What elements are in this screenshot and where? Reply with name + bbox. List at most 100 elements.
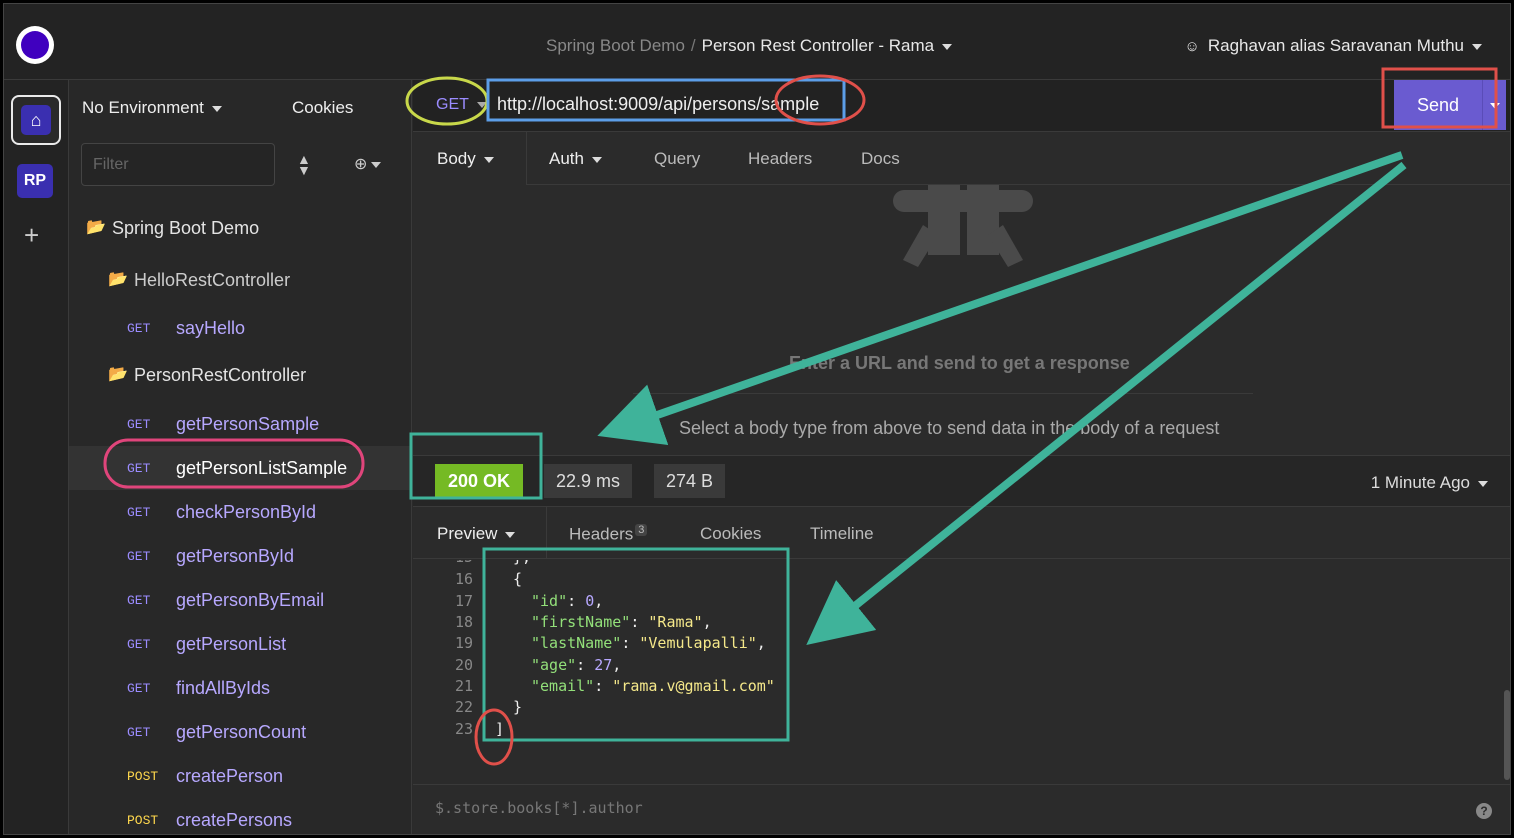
user-name: Raghavan alias Saravanan Muthu xyxy=(1207,36,1464,55)
tab-timeline[interactable]: Timeline xyxy=(810,524,874,544)
tab-response-cookies[interactable]: Cookies xyxy=(700,524,761,544)
tab-query[interactable]: Query xyxy=(654,149,700,169)
app-window: Spring Boot Demo / Person Rest Controller … xyxy=(3,3,1511,835)
home-button[interactable]: ⌂ xyxy=(11,95,61,145)
request-item[interactable]: GET getPersonByEmail xyxy=(69,578,411,622)
breadcrumb-separator: / xyxy=(690,36,696,55)
folder-hello-rest-controller[interactable]: 📂 HelloRestController xyxy=(69,258,411,302)
breadcrumb-project[interactable]: Spring Boot Demo xyxy=(546,36,685,55)
request-item-active[interactable]: GET getPersonListSample xyxy=(69,446,411,490)
folder-label: HelloRestController xyxy=(134,270,291,290)
insomnia-logo-icon[interactable] xyxy=(16,26,54,64)
folder-open-icon: 📂 xyxy=(108,366,128,383)
json-value: 27 xyxy=(594,656,613,674)
user-icon: ☺ xyxy=(1184,38,1200,55)
add-icon[interactable]: + xyxy=(24,220,39,250)
request-item[interactable]: GET sayHello xyxy=(69,306,411,350)
url-input[interactable]: http://localhost:9009/api/persons/sample xyxy=(497,94,819,115)
chevron-down-icon[interactable] xyxy=(942,43,953,50)
line-number: 15 xyxy=(449,560,473,566)
json-filter-input[interactable] xyxy=(435,799,1335,817)
request-tabs: Body Auth Query Headers Docs xyxy=(413,132,1510,185)
code-text: } xyxy=(513,698,523,716)
request-item[interactable]: GET getPersonList xyxy=(69,622,411,666)
code-line: 23] xyxy=(413,720,1503,741)
help-icon[interactable]: ? xyxy=(1476,803,1492,819)
tab-docs[interactable]: Docs xyxy=(861,149,900,169)
tab-response-headers[interactable]: Headers 3 xyxy=(569,524,648,545)
folder-spring-boot-demo[interactable]: 📂 Spring Boot Demo xyxy=(69,206,411,250)
request-name: getPersonListSample xyxy=(176,458,348,478)
method-badge: GET xyxy=(127,725,151,740)
environment-label: No Environment xyxy=(82,98,204,117)
json-punct: , xyxy=(756,634,766,652)
url-bar: GET http://localhost:9009/api/persons/sa… xyxy=(413,80,1510,132)
json-filter-bar: ? xyxy=(413,784,1510,834)
cookies-button[interactable]: Cookies xyxy=(292,98,353,118)
home-icon: ⌂ xyxy=(21,105,51,135)
main-panel: GET http://localhost:9009/api/persons/sa… xyxy=(413,80,1510,834)
send-options-chevron-icon[interactable] xyxy=(1482,80,1506,130)
line-number: 20 xyxy=(454,656,473,674)
tab-label: Body xyxy=(437,149,476,168)
chevron-down-icon xyxy=(505,531,516,538)
code-text: { xyxy=(513,570,523,588)
breadcrumb-collection[interactable]: Person Rest Controller - Rama xyxy=(702,36,934,55)
folder-person-rest-controller[interactable]: 📂 PersonRestController xyxy=(69,353,411,397)
json-punct: , xyxy=(702,613,712,631)
request-item[interactable]: POST createPersons xyxy=(69,798,411,834)
send-button[interactable]: Send xyxy=(1394,80,1482,130)
line-number: 16 xyxy=(454,570,473,588)
method-badge: POST xyxy=(127,769,159,784)
request-item[interactable]: GET getPersonCount xyxy=(69,710,411,754)
history-dropdown[interactable]: 1 Minute Ago xyxy=(1371,473,1488,493)
code-text: ] xyxy=(495,720,505,738)
headers-count-badge: 3 xyxy=(635,524,648,536)
request-item[interactable]: GET getPersonById xyxy=(69,534,411,578)
code-line: 16 { xyxy=(413,570,1503,591)
tab-auth[interactable]: Auth xyxy=(549,149,602,169)
response-tabs: Preview Headers 3 Cookies Timeline xyxy=(413,507,1510,559)
sort-icon[interactable]: ▲ ▼ xyxy=(297,152,311,177)
request-item[interactable]: GET findAllByIds xyxy=(69,666,411,710)
chevron-down-icon xyxy=(591,156,602,163)
request-name: checkPersonById xyxy=(176,502,317,522)
line-number: 21 xyxy=(454,677,473,695)
method-badge: GET xyxy=(127,637,151,652)
user-menu[interactable]: ☺ Raghavan alias Saravanan Muthu xyxy=(1185,36,1482,56)
request-item[interactable]: GET checkPersonById xyxy=(69,490,411,534)
chevron-down-icon xyxy=(483,156,494,163)
method-dropdown[interactable]: GET xyxy=(436,96,487,114)
line-number: 22 xyxy=(454,698,473,716)
request-name: getPersonByEmail xyxy=(176,590,325,610)
request-name: getPersonList xyxy=(176,634,287,654)
title-bar: Spring Boot Demo / Person Rest Controller … xyxy=(4,4,1510,80)
request-item[interactable]: GET getPersonSample xyxy=(69,402,411,446)
sidebar-filter-input[interactable] xyxy=(81,143,275,186)
response-code-viewer[interactable]: 15}, 16{ 17"id": 0, 18"firstName": "Rama… xyxy=(413,560,1503,782)
method-badge: GET xyxy=(127,417,151,432)
tab-preview[interactable]: Preview xyxy=(437,524,516,544)
workspace-badge[interactable]: RP xyxy=(17,164,53,198)
icon-rail: ⌂ RP + xyxy=(4,80,69,834)
scrollbar-thumb[interactable] xyxy=(1504,690,1510,780)
method-badge: GET xyxy=(127,505,151,520)
line-number: 18 xyxy=(454,613,473,631)
tab-body[interactable]: Body xyxy=(437,149,494,169)
method-badge: POST xyxy=(127,813,159,828)
tab-headers[interactable]: Headers xyxy=(748,149,812,169)
json-value: "rama.v@gmail.com" xyxy=(612,677,775,695)
breadcrumb: Spring Boot Demo / Person Rest Controller … xyxy=(546,36,953,56)
tab-label: Auth xyxy=(549,149,584,168)
chevron-down-icon xyxy=(1472,43,1482,50)
request-name: createPersons xyxy=(176,810,293,830)
add-request-icon[interactable]: ⊕ xyxy=(354,154,382,174)
code-text: }, xyxy=(513,560,531,566)
status-badge: 200 OK xyxy=(435,464,524,498)
request-item[interactable]: POST createPerson xyxy=(69,754,411,798)
code-line: 21 "email": "rama.v@gmail.com" xyxy=(413,677,1503,698)
time-ago-label: 1 Minute Ago xyxy=(1370,473,1470,492)
environment-dropdown[interactable]: No Environment xyxy=(82,98,222,118)
method-badge: GET xyxy=(127,321,151,336)
json-value: "Rama" xyxy=(648,613,703,631)
